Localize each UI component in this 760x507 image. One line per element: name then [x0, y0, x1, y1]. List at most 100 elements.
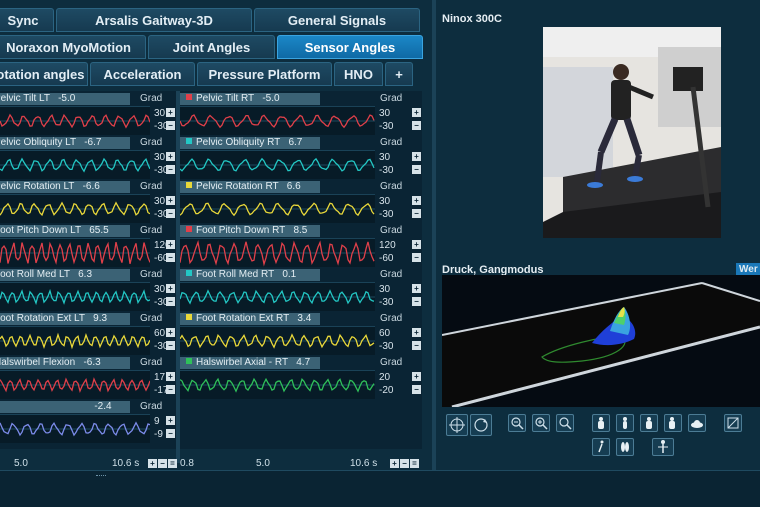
scale-up-button[interactable]: + [166, 416, 175, 425]
channel-value: 3.4 [289, 313, 312, 324]
left-zoom-minus[interactable]: − [158, 459, 167, 468]
tab-general-signals[interactable]: General Signals [254, 8, 420, 32]
scroll-grip[interactable] [96, 475, 106, 484]
channel-label[interactable]: Pelvic Obliquity RT 6.7 [180, 137, 320, 149]
scale-up-button[interactable]: + [166, 284, 175, 293]
signal-plot[interactable] [180, 194, 375, 223]
foot-icon[interactable] [616, 438, 634, 456]
settings-icon[interactable] [724, 414, 742, 432]
left-zoom-plus[interactable]: + [148, 459, 157, 468]
signal-plot[interactable] [0, 326, 150, 355]
tab-sync[interactable]: Sync [0, 8, 54, 32]
scale-up-button[interactable]: + [412, 372, 421, 381]
tab-rotation-angles[interactable]: Rotation angles [0, 62, 88, 86]
channel-label[interactable]: Foot Roll Med LT 6.3 [0, 269, 130, 281]
tab-myomotion[interactable]: Noraxon MyoMotion [0, 35, 146, 59]
y-max-label: 30 [379, 108, 391, 119]
body-side-icon[interactable] [616, 414, 634, 432]
signal-plot[interactable] [0, 238, 150, 267]
signal-plot[interactable] [180, 106, 375, 135]
signal-plot[interactable] [0, 106, 150, 135]
channel-label[interactable]: Halswirbel Flexion -6.3 [0, 357, 130, 369]
signal-plot[interactable] [0, 370, 150, 399]
tab-pressure-platform[interactable]: Pressure Platform [197, 62, 332, 86]
scale-down-button[interactable]: − [166, 341, 175, 350]
scale-down-button[interactable]: − [412, 297, 421, 306]
tab-acceleration[interactable]: Acceleration [90, 62, 195, 86]
scale-down-button[interactable]: − [166, 429, 175, 438]
treadmill-video[interactable] [543, 27, 721, 238]
channel-unit: Grad [140, 401, 163, 412]
tab-hno[interactable]: HNO [334, 62, 383, 86]
signal-plot[interactable] [180, 282, 375, 311]
body-angle-icon[interactable] [664, 414, 682, 432]
scale-up-button[interactable]: + [166, 328, 175, 337]
channel-label[interactable]: -2.4 [0, 401, 130, 413]
zoom-out-icon[interactable] [508, 414, 526, 432]
scale-down-button[interactable]: − [166, 209, 175, 218]
scale-up-button[interactable]: + [412, 196, 421, 205]
channel-label[interactable]: Foot Pitch Down RT 8.5 [180, 225, 320, 237]
zoom-fit-icon[interactable] [556, 414, 574, 432]
pressure-3d-view[interactable] [441, 275, 760, 409]
tab-arsalis-gaitway[interactable]: Arsalis Gaitway-3D [56, 8, 252, 32]
signal-plot[interactable] [180, 370, 375, 399]
scale-down-button[interactable]: − [412, 165, 421, 174]
channel-label[interactable]: Foot Pitch Down LT 65.5 [0, 225, 130, 237]
channel-label[interactable]: Pelvic Rotation LT -6.6 [0, 181, 130, 193]
skeleton-icon[interactable] [652, 438, 674, 456]
signal-plot[interactable] [0, 414, 150, 443]
scale-down-button[interactable]: − [166, 253, 175, 262]
move-icon[interactable] [446, 414, 468, 436]
channel-label[interactable]: Pelvic Tilt LT -5.0 [0, 93, 130, 105]
signal-plot[interactable] [0, 282, 150, 311]
body-back-icon[interactable] [640, 414, 658, 432]
tab-joint-angles[interactable]: Joint Angles [148, 35, 275, 59]
signal-plot[interactable] [0, 194, 150, 223]
tab-row-3: Rotation angles Acceleration Pressure Pl… [0, 62, 415, 88]
cloud-icon[interactable] [688, 414, 706, 432]
scale-up-button[interactable]: + [166, 152, 175, 161]
rotate-icon[interactable] [470, 414, 492, 436]
scale-down-button[interactable]: − [412, 341, 421, 350]
signal-plot[interactable] [180, 326, 375, 355]
zoom-in-icon[interactable] [532, 414, 550, 432]
left-zoom-reset[interactable]: = [168, 459, 177, 468]
channel-name: Foot Roll Med LT [0, 269, 70, 280]
walking-icon[interactable] [592, 438, 610, 456]
scale-up-button[interactable]: + [166, 372, 175, 381]
scale-down-button[interactable]: − [412, 253, 421, 262]
scale-down-button[interactable]: − [412, 209, 421, 218]
scale-up-button[interactable]: + [412, 152, 421, 161]
channel-label[interactable]: Halswirbel Axial - RT 4.7 [180, 357, 320, 369]
channel-label[interactable]: Pelvic Tilt RT -5.0 [180, 93, 320, 105]
scale-up-button[interactable]: + [166, 240, 175, 249]
channel-label[interactable]: Foot Rotation Ext LT 9.3 [0, 313, 130, 325]
scale-down-button[interactable]: − [166, 165, 175, 174]
body-front-icon[interactable] [592, 414, 610, 432]
add-tab-button[interactable]: + [385, 62, 413, 86]
scale-up-button[interactable]: + [412, 108, 421, 117]
signal-plot[interactable] [180, 238, 375, 267]
right-zoom-plus[interactable]: + [390, 459, 399, 468]
scale-down-button[interactable]: − [412, 121, 421, 130]
scale-down-button[interactable]: − [166, 297, 175, 306]
channel-value: -6.7 [75, 137, 102, 148]
channel-label[interactable]: Pelvic Obliquity LT -6.7 [0, 137, 130, 149]
right-zoom-reset[interactable]: = [410, 459, 419, 468]
scale-up-button[interactable]: + [166, 196, 175, 205]
tab-sensor-angles[interactable]: Sensor Angles [277, 35, 423, 59]
right-zoom-minus[interactable]: − [400, 459, 409, 468]
signal-plot[interactable] [180, 150, 375, 179]
scale-down-button[interactable]: − [166, 385, 175, 394]
scale-down-button[interactable]: − [166, 121, 175, 130]
channel-label[interactable]: Foot Rotation Ext RT 3.4 [180, 313, 320, 325]
channel-label[interactable]: Pelvic Rotation RT 6.6 [180, 181, 320, 193]
scale-up-button[interactable]: + [412, 328, 421, 337]
scale-down-button[interactable]: − [412, 385, 421, 394]
signal-plot[interactable] [0, 150, 150, 179]
scale-up-button[interactable]: + [412, 284, 421, 293]
scale-up-button[interactable]: + [412, 240, 421, 249]
scale-up-button[interactable]: + [166, 108, 175, 117]
channel-label[interactable]: Foot Roll Med RT 0.1 [180, 269, 320, 281]
